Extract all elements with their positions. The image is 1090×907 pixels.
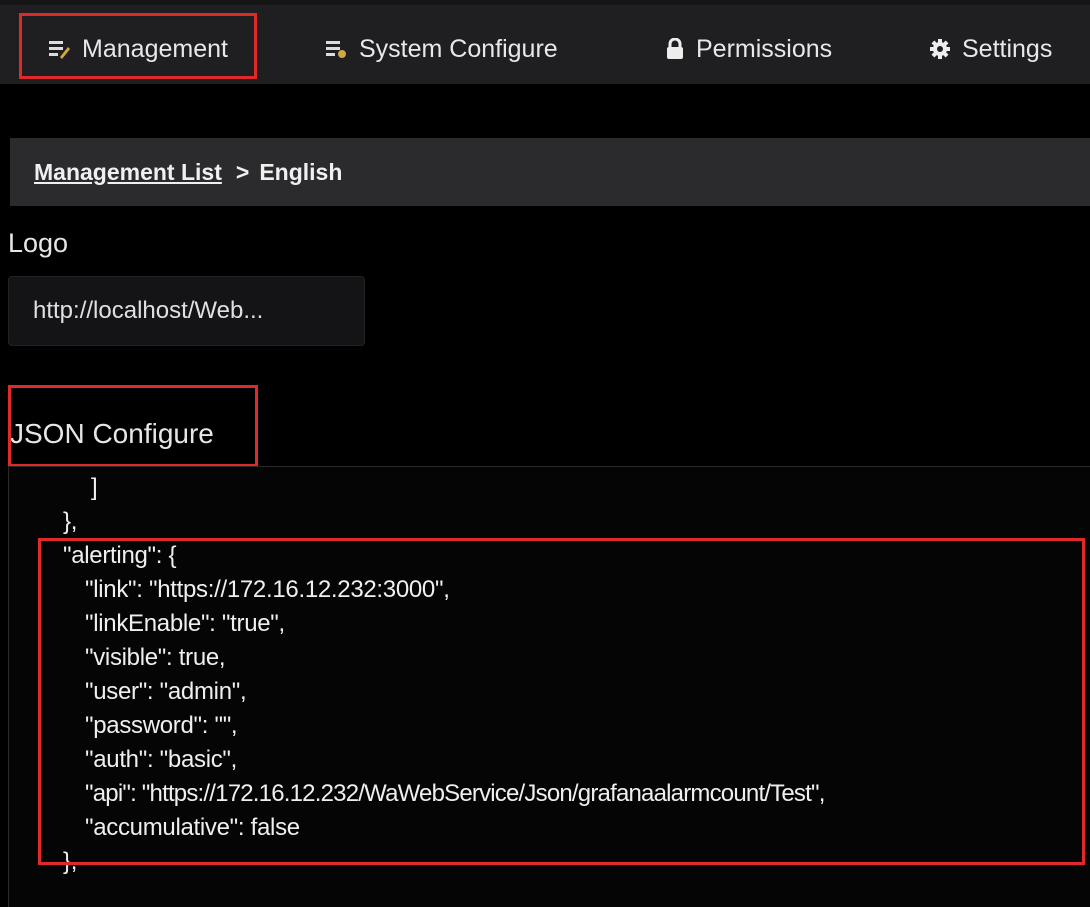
tab-system-configure-label: System Configure bbox=[359, 34, 558, 63]
management-highlight-box bbox=[19, 13, 257, 79]
tab-permissions-label: Permissions bbox=[696, 34, 833, 63]
logo-label: Logo bbox=[8, 228, 69, 258]
breadcrumb: Management List > English bbox=[10, 138, 1090, 206]
tab-system-configure[interactable]: System Configure bbox=[325, 19, 558, 79]
logo-url-field[interactable]: http://localhost/Web... bbox=[8, 276, 365, 346]
gear-icon bbox=[930, 39, 950, 59]
alerting-highlight-box bbox=[38, 538, 1085, 865]
logo-url-value: http://localhost/Web... bbox=[33, 297, 264, 324]
tab-settings-label: Settings bbox=[962, 34, 1053, 63]
breadcrumb-current: English bbox=[259, 158, 343, 185]
code-line: ] bbox=[91, 474, 98, 501]
system-configure-icon bbox=[325, 39, 347, 59]
breadcrumb-management-list-link[interactable]: Management List bbox=[34, 159, 222, 186]
tab-permissions[interactable]: Permissions bbox=[666, 19, 832, 79]
json-configure-highlight-box bbox=[8, 385, 258, 467]
code-line: }, bbox=[63, 508, 78, 535]
tab-settings[interactable]: Settings bbox=[930, 19, 1052, 79]
lock-icon bbox=[666, 38, 684, 60]
breadcrumb-separator: > bbox=[235, 158, 250, 185]
